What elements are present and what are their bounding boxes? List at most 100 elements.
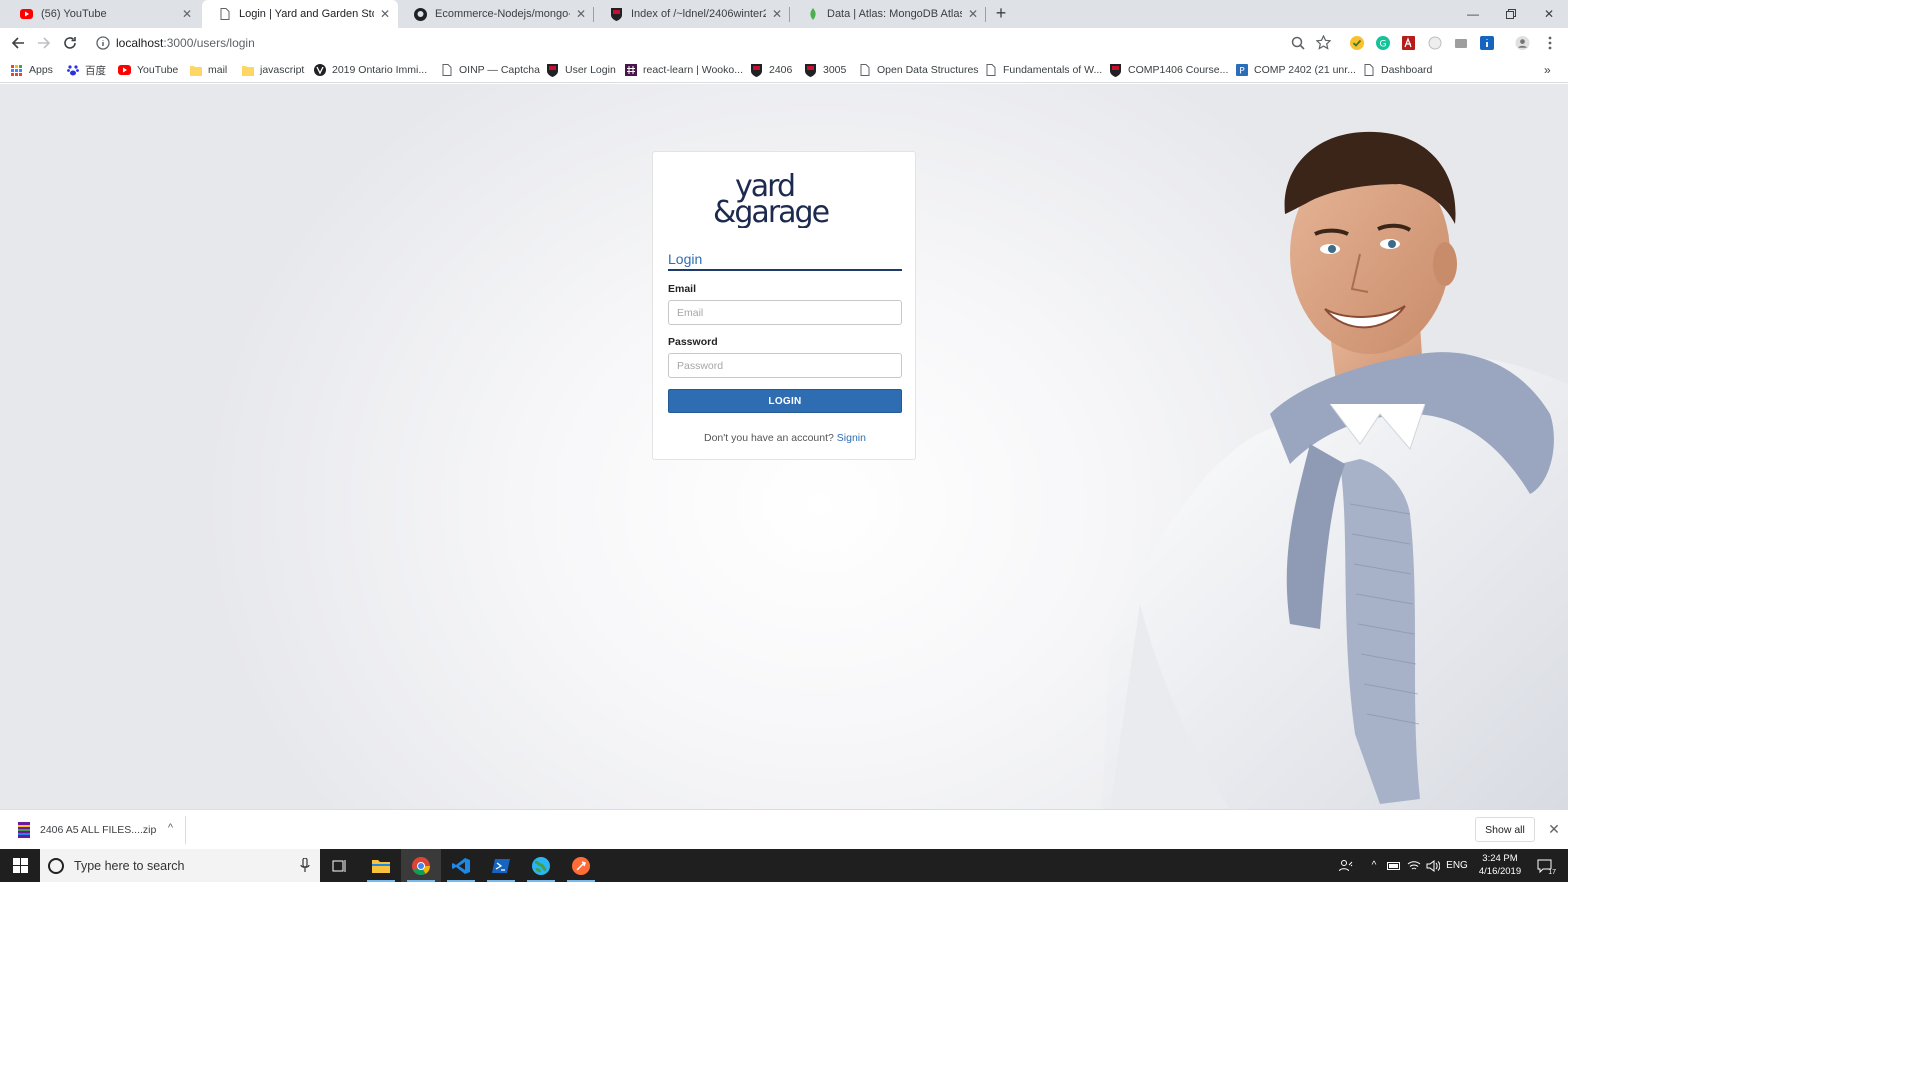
bookmark-fundamentals[interactable]: Fundamentals of W... xyxy=(984,62,1102,78)
apps-grid-icon xyxy=(10,64,23,77)
info-extension-icon[interactable] xyxy=(1479,35,1494,50)
back-button[interactable] xyxy=(8,33,28,53)
bookmark-oinp-captcha[interactable]: OINP — Captcha xyxy=(440,62,540,78)
tab-close-icon[interactable]: ✕ xyxy=(380,7,390,21)
youtube-icon xyxy=(20,8,33,21)
password-field[interactable] xyxy=(668,353,902,378)
email-field[interactable] xyxy=(668,300,902,325)
postman-app[interactable] xyxy=(561,849,601,882)
address-bar[interactable]: localhost:3000/users/login xyxy=(90,31,1340,55)
search-placeholder: Type here to search xyxy=(74,858,185,873)
arrow-left-icon xyxy=(11,37,24,49)
tab-index[interactable]: Index of /~ldnel/2406winter2019 ✕ xyxy=(594,0,790,28)
bookmark-ontario-immigration[interactable]: 2019 Ontario Immi... xyxy=(313,62,427,78)
taskbar-search-box[interactable]: Type here to search xyxy=(40,849,320,882)
battery-icon[interactable] xyxy=(1386,849,1402,882)
bookmark-dashboard[interactable]: Dashboard xyxy=(1362,62,1432,78)
zoom-icon[interactable] xyxy=(1290,35,1305,50)
download-item[interactable]: 2406 A5 ALL FILES....zip ^ xyxy=(10,816,186,844)
profile-avatar-icon[interactable] xyxy=(1515,35,1530,50)
carleton-icon xyxy=(546,63,559,77)
bookmark-apps[interactable]: Apps xyxy=(10,62,53,78)
new-tab-button[interactable]: + xyxy=(992,4,1010,22)
chevron-up-icon[interactable]: ^ xyxy=(168,822,173,834)
extension-icon[interactable] xyxy=(1453,35,1468,50)
signin-link[interactable]: Signin xyxy=(837,432,866,444)
norton-extension-icon[interactable] xyxy=(1349,35,1364,50)
pdf-extension-icon[interactable] xyxy=(1401,35,1416,50)
forward-button[interactable] xyxy=(34,33,54,53)
vscode-app[interactable] xyxy=(441,849,481,882)
bookmarks-overflow-icon[interactable]: » xyxy=(1544,62,1551,78)
info-icon[interactable] xyxy=(96,36,110,50)
close-shelf-icon[interactable]: ✕ xyxy=(1546,821,1562,837)
tab-separator xyxy=(593,7,594,22)
reload-button[interactable] xyxy=(60,33,80,53)
download-filename: 2406 A5 ALL FILES....zip xyxy=(40,824,157,836)
bookmark-folder-javascript[interactable]: javascript xyxy=(241,62,304,78)
page-content: yard &garage Login Email Password LOGIN … xyxy=(0,84,1568,809)
bookmark-3005[interactable]: 3005 xyxy=(804,62,846,78)
wifi-icon[interactable] xyxy=(1406,849,1422,882)
bookmark-folder-mail[interactable]: mail xyxy=(189,62,227,78)
bookmark-open-data-structures[interactable]: Open Data Structures xyxy=(858,62,979,78)
page-icon xyxy=(1362,64,1375,77)
bookmark-youtube[interactable]: YouTube xyxy=(118,62,178,78)
bookmark-comp2402[interactable]: P COMP 2402 (21 unr... xyxy=(1235,62,1356,78)
github-icon xyxy=(414,7,427,21)
browser-toolbar: localhost:3000/users/login G xyxy=(0,28,1568,57)
tab-close-icon[interactable]: ✕ xyxy=(576,7,586,21)
tab-close-icon[interactable]: ✕ xyxy=(182,7,192,21)
tab-mongodb[interactable]: Data | Atlas: MongoDB Atlas ✕ xyxy=(790,0,986,28)
carleton-icon xyxy=(750,63,763,77)
bookmark-2406[interactable]: 2406 xyxy=(750,62,792,78)
url-text: localhost:3000/users/login xyxy=(116,36,255,50)
windows-logo-icon xyxy=(12,858,28,873)
baidu-paw-icon xyxy=(66,64,79,77)
tab-login[interactable]: Login | Yard and Garden Store ✕ xyxy=(202,0,398,28)
folder-icon xyxy=(241,64,254,77)
tab-label: (56) YouTube xyxy=(41,8,107,20)
signup-prompt: Don't you have an account? Signin xyxy=(704,432,866,444)
folder-icon xyxy=(189,64,202,77)
volume-icon[interactable] xyxy=(1424,849,1442,882)
tray-chevron-up-icon[interactable]: ^ xyxy=(1366,849,1382,882)
task-view-button[interactable] xyxy=(320,849,360,882)
microphone-icon[interactable] xyxy=(300,858,310,873)
chrome-app[interactable] xyxy=(401,849,441,882)
taskbar-clock[interactable]: 3:24 PM 4/16/2019 xyxy=(1472,852,1528,878)
bookmark-star-icon[interactable] xyxy=(1316,35,1331,50)
svg-text:P: P xyxy=(1239,67,1245,77)
bookmark-react-learn[interactable]: react-learn | Wooko... xyxy=(624,62,743,78)
tab-close-icon[interactable]: ✕ xyxy=(772,7,782,21)
page-icon xyxy=(858,64,871,77)
menu-kebab-icon[interactable] xyxy=(1542,35,1557,50)
tab-close-icon[interactable]: ✕ xyxy=(968,7,978,21)
close-window-button[interactable]: ✕ xyxy=(1526,0,1572,28)
file-explorer-app[interactable] xyxy=(361,849,401,882)
download-shelf: 2406 A5 ALL FILES....zip ^ Show all ✕ xyxy=(0,809,1568,849)
carleton-icon xyxy=(610,7,623,21)
people-icon[interactable] xyxy=(1334,849,1358,882)
bookmarks-bar: Apps 百度 YouTube mail javascript 2019 Ont… xyxy=(0,57,1568,83)
globe-app[interactable] xyxy=(521,849,561,882)
login-button[interactable]: LOGIN xyxy=(668,389,902,413)
vscode-icon xyxy=(452,857,470,874)
show-all-button[interactable]: Show all xyxy=(1475,817,1535,842)
tab-youtube[interactable]: (56) YouTube ✕ xyxy=(4,0,200,28)
extension-icon[interactable] xyxy=(1427,35,1442,50)
browser-tab-strip: (56) YouTube ✕ Login | Yard and Garden S… xyxy=(0,0,1568,28)
grammarly-extension-icon[interactable]: G xyxy=(1375,35,1390,50)
windows-start-button[interactable] xyxy=(0,849,40,882)
tab-github[interactable]: Ecommerce-Nodejs/mongo-conf ✕ xyxy=(398,0,594,28)
login-heading: Login xyxy=(668,251,902,271)
bookmark-comp1406[interactable]: COMP1406 Course... xyxy=(1109,62,1228,78)
tab-label: Data | Atlas: MongoDB Atlas xyxy=(827,8,962,20)
hero-man-image xyxy=(1102,131,1568,809)
bookmark-baidu[interactable]: 百度 xyxy=(66,62,106,78)
action-center-button[interactable]: 17 xyxy=(1532,849,1558,882)
bookmark-user-login[interactable]: User Login xyxy=(546,62,616,78)
language-indicator[interactable]: ENG xyxy=(1444,849,1470,882)
powershell-app[interactable] xyxy=(481,849,521,882)
mongodb-leaf-icon xyxy=(806,7,819,21)
